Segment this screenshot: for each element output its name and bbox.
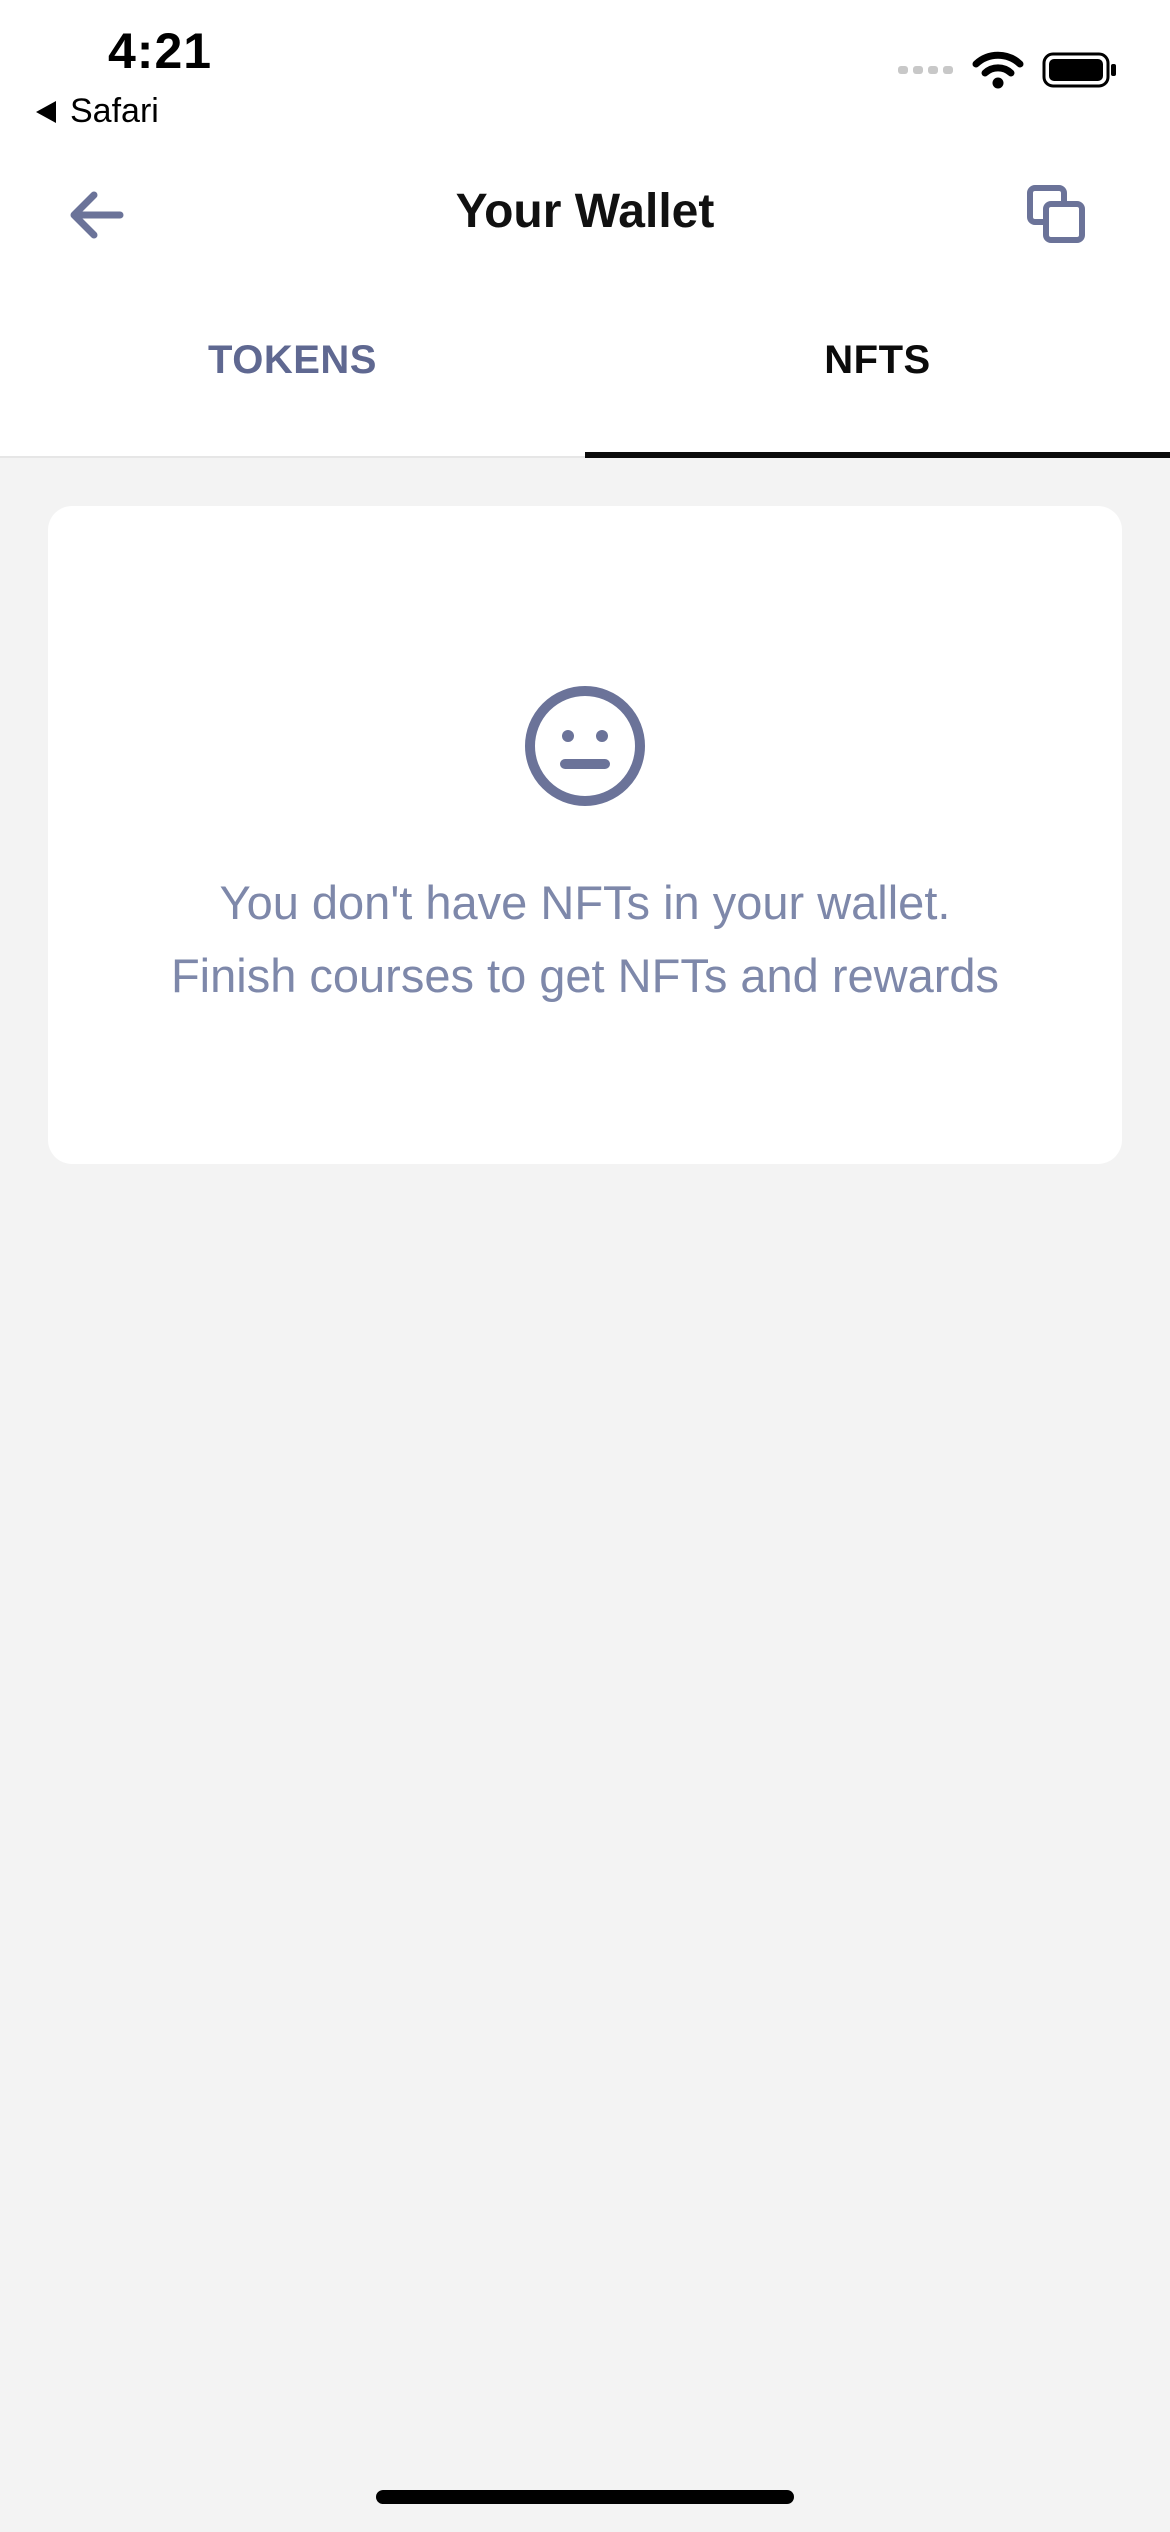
wifi-icon xyxy=(972,51,1024,89)
copy-icon xyxy=(1027,185,1085,243)
home-indicator[interactable] xyxy=(376,2490,794,2504)
neutral-face-icon xyxy=(525,686,645,806)
back-to-app-link[interactable]: Safari xyxy=(36,92,159,131)
empty-state-line-2: Finish courses to get NFTs and rewards xyxy=(170,949,1000,1002)
tab-nfts[interactable]: NFTS xyxy=(585,280,1170,458)
copy-button[interactable] xyxy=(1022,180,1092,250)
status-icons xyxy=(898,50,1118,90)
battery-icon xyxy=(1042,52,1116,88)
page-title: Your Wallet xyxy=(455,185,715,238)
empty-state-message: You don't have NFTs in your wallet. Fini… xyxy=(48,866,1122,1012)
tab-tokens[interactable]: TOKENS xyxy=(0,280,585,456)
back-triangle-icon xyxy=(36,100,56,123)
cellular-signal-icon xyxy=(898,66,953,74)
status-bar: 4:21 Safari xyxy=(0,0,1170,150)
app-header: Your Wallet xyxy=(0,150,1170,280)
status-time: 4:21 xyxy=(108,23,213,79)
empty-state-card: You don't have NFTs in your wallet. Fini… xyxy=(48,506,1122,1164)
back-app-label: Safari xyxy=(70,92,159,130)
screen: 4:21 Safari Your Wallet TOKENS NFTS You … xyxy=(0,0,1170,2532)
wallet-tabs: TOKENS NFTS xyxy=(0,280,1170,458)
empty-state-line-1: You don't have NFTs in your wallet. xyxy=(219,876,951,929)
